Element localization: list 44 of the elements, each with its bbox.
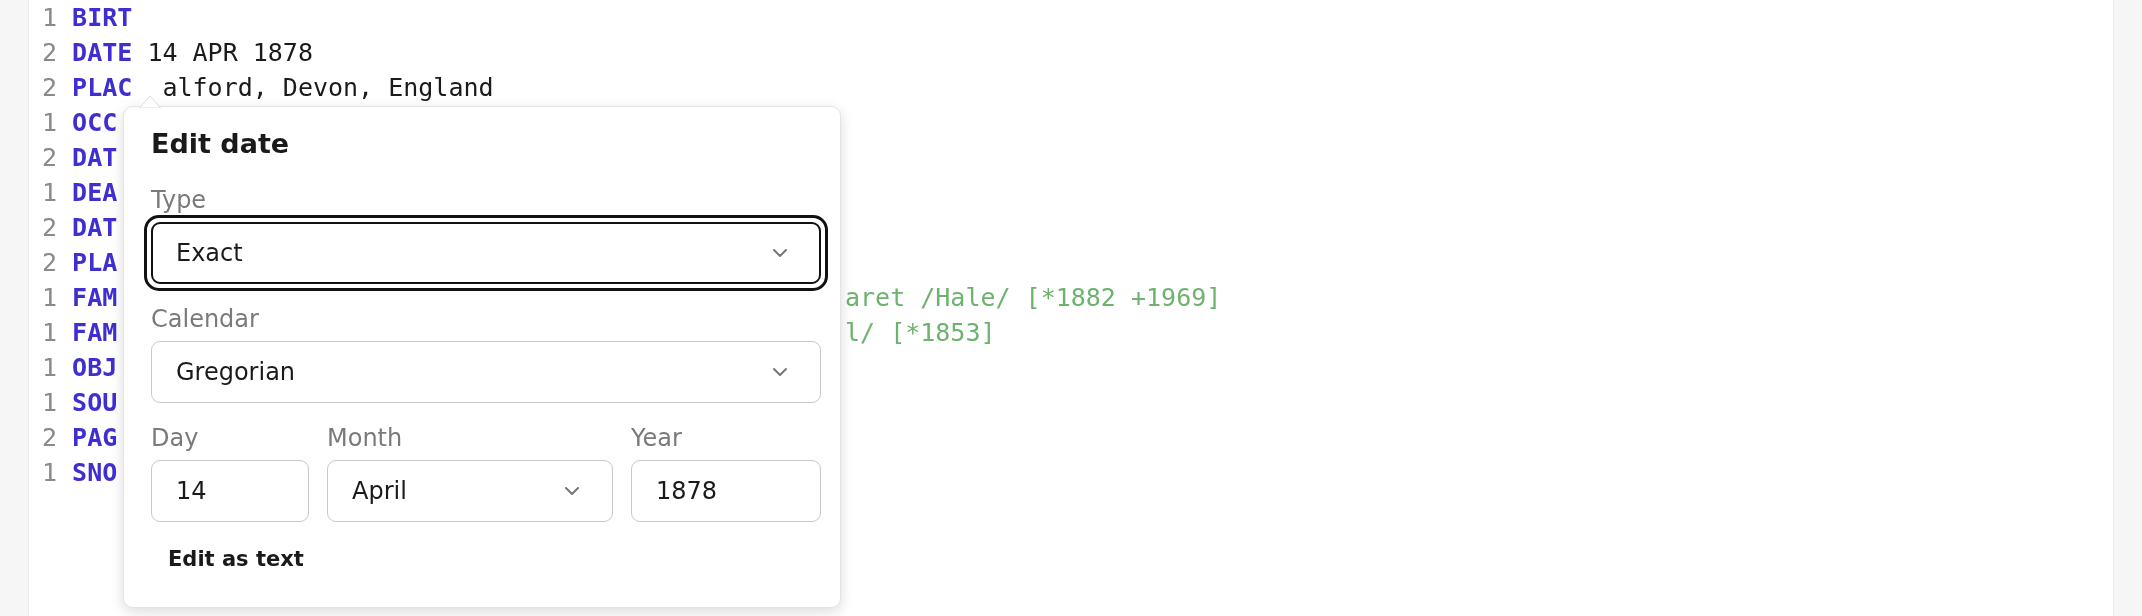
- tag-text: DEA: [72, 177, 118, 209]
- line-number: 1: [42, 177, 58, 209]
- field-label: Type: [151, 185, 208, 215]
- tag-text: FAM: [72, 282, 118, 314]
- reference-text: aret /Hale/ [*1882 +1969]: [845, 282, 1222, 314]
- tag-text: OCC: [72, 107, 118, 139]
- dropdown-select[interactable]: Gregorian: [151, 341, 821, 403]
- line-number: 1: [42, 317, 58, 349]
- tag-text: BIRT: [72, 2, 133, 34]
- field-label: Day: [151, 423, 200, 453]
- tag-text: FAM: [72, 317, 118, 349]
- line-number: 1: [42, 387, 58, 419]
- value-text: alford, Devon, England: [162, 72, 494, 104]
- text-input[interactable]: 1878: [631, 460, 821, 522]
- tag-text: DAT: [72, 142, 118, 174]
- line-number: 2: [42, 212, 58, 244]
- tag-text: SNO: [72, 457, 118, 489]
- field-label: Month: [327, 423, 404, 453]
- line-number: 2: [42, 72, 58, 104]
- field-label: Year: [631, 423, 683, 453]
- line-number: 1: [42, 352, 58, 384]
- tag-text: PLAC: [72, 72, 133, 104]
- line-number: 1: [42, 2, 58, 34]
- field-label: Calendar: [151, 304, 260, 334]
- tag-text: PLA: [72, 247, 118, 279]
- tag-text: DATE: [72, 37, 133, 69]
- reference-text: l/ [*1853]: [845, 317, 996, 349]
- tag-text: PAG: [72, 422, 118, 454]
- line-number: 2: [42, 142, 58, 174]
- line-number: 1: [42, 282, 58, 314]
- line-number: 2: [42, 247, 58, 279]
- tag-text: DAT: [72, 212, 118, 244]
- tag-text: OBJ: [72, 352, 118, 384]
- dropdown-select[interactable]: Exact: [144, 215, 828, 291]
- value-text: 14 APR 1878: [147, 37, 313, 69]
- tag-text: SOU: [72, 387, 118, 419]
- text-input[interactable]: 14: [151, 460, 309, 522]
- edit-as-text-button[interactable]: Edit as text: [151, 537, 321, 581]
- popover-title: Edit date: [151, 127, 291, 161]
- line-number: 2: [42, 37, 58, 69]
- dropdown-select[interactable]: April: [327, 460, 613, 522]
- line-number: 2: [42, 422, 58, 454]
- line-number: 1: [42, 457, 58, 489]
- line-number: 1: [42, 107, 58, 139]
